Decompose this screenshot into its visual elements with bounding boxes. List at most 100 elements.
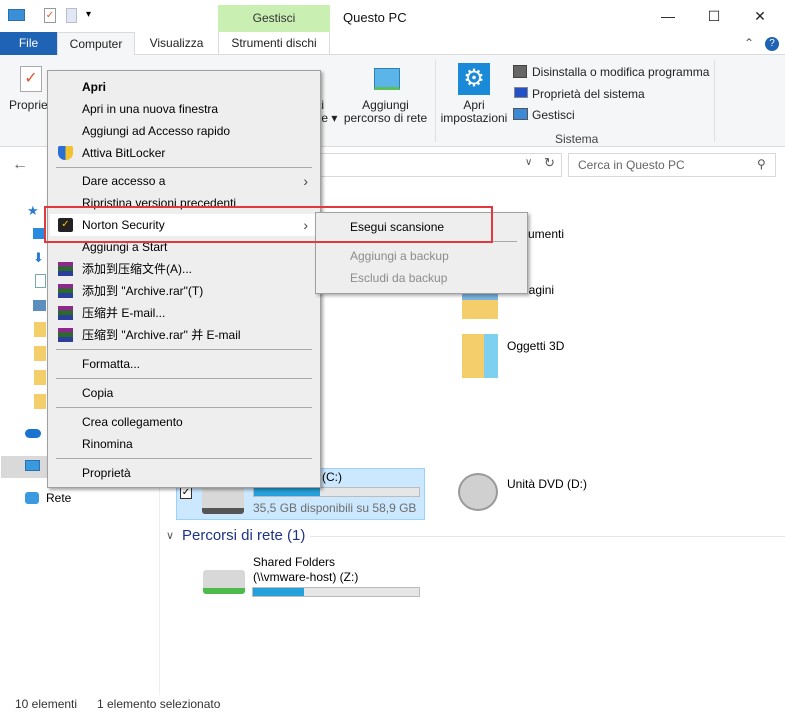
bitlocker-shield-icon (58, 146, 73, 160)
manage-button[interactable]: Gestisci (532, 108, 575, 122)
address-dropdown-icon[interactable]: ∨ (525, 157, 532, 168)
menu-item-label: Dare accesso a (82, 174, 166, 188)
uninstall-icon (513, 65, 527, 78)
menu-item-label: 添加到压缩文件(A)... (82, 262, 192, 276)
menu-item-label: 添加到 "Archive.rar"(T) (82, 284, 204, 298)
add-network-location-button[interactable]: Aggiungi percorso di rete (343, 99, 428, 125)
open-settings-button[interactable]: Apri impostazioni (439, 99, 509, 125)
network-drive-usage-fill (253, 588, 305, 596)
menu-item-winrar-add-archive[interactable]: 添加到压缩文件(A)... (50, 258, 318, 280)
status-selection: 1 elemento selezionato (97, 697, 221, 711)
system-properties-button[interactable]: Proprietà del sistema (532, 87, 645, 101)
add-network-line2: percorso di rete (343, 111, 428, 125)
folder-icon[interactable] (34, 346, 46, 361)
menu-item-winrar-compress-rar-email[interactable]: 压缩到 "Archive.rar" 并 E-mail (50, 324, 318, 346)
network-drive-name-line2[interactable]: (\\vmware-host) (Z:) (253, 570, 358, 584)
menu-item-bitlocker[interactable]: Attiva BitLocker (50, 142, 318, 164)
menu-item-label: 压缩并 E-mail... (82, 306, 166, 320)
folder-icon[interactable] (34, 370, 46, 385)
menu-item-formatta[interactable]: Formatta... (50, 353, 318, 375)
menu-item-label: 压缩到 "Archive.rar" 并 E-mail (82, 328, 241, 342)
tab-visualizza[interactable]: Visualizza (135, 32, 218, 55)
properties-quick-icon[interactable]: ✓ (44, 8, 56, 23)
menu-item-proprieta[interactable]: Proprietà (50, 462, 318, 484)
properties-button[interactable]: Proprie (9, 99, 48, 112)
customize-quick-access-icon[interactable]: ▾ (86, 9, 91, 20)
network-drive-name-line1[interactable]: Shared Folders (253, 555, 335, 569)
drive-c-usage-fill (254, 488, 320, 496)
back-arrow-icon[interactable]: ← (12, 156, 28, 174)
close-button[interactable]: ✕ (737, 0, 783, 32)
properties-icon: ✓ (20, 66, 42, 92)
status-item-count: 10 elementi (15, 697, 78, 711)
dvd-drive-icon (458, 473, 498, 511)
this-pc-icon (25, 460, 40, 471)
sidebar-item-rete[interactable]: Rete (46, 491, 71, 505)
network-location-icon (374, 68, 400, 90)
maximize-button[interactable]: ☐ (691, 0, 737, 32)
menu-separator (56, 458, 312, 459)
context-menu: Apri Apri in una nuova finestra Aggiungi… (47, 70, 321, 488)
menu-item-crea-collegamento[interactable]: Crea collegamento (50, 411, 318, 433)
tab-computer[interactable]: Computer (57, 32, 135, 56)
submenu-item-aggiungi-backup: Aggiungi a backup (350, 249, 449, 263)
section-header-network[interactable]: Percorsi di rete (1) (182, 527, 305, 544)
help-icon[interactable]: ? (765, 37, 779, 51)
sidebar-item-questo-pc[interactable] (1, 456, 47, 478)
menu-item-rinomina[interactable]: Rinomina (50, 433, 318, 455)
group-label-sistema: Sistema (555, 132, 599, 146)
submenu-item-escludi-backup: Escludi da backup (350, 271, 448, 285)
onedrive-cloud-icon[interactable] (25, 429, 41, 438)
downloads-icon[interactable]: ⬇ (33, 250, 44, 266)
folder-icon[interactable] (34, 322, 46, 337)
drive-c-usage-bar (253, 487, 420, 497)
network-icon (25, 492, 39, 504)
highlight-annotation-box (44, 206, 493, 243)
pictures-folder-icon[interactable] (462, 292, 498, 319)
drive-c-name: (C:) (322, 470, 342, 484)
contextual-tab-gestisci[interactable]: Gestisci (218, 5, 330, 32)
system-properties-icon (514, 87, 528, 98)
winrar-icon (58, 262, 73, 276)
folder-label-documenti[interactable]: umenti (528, 227, 564, 241)
menu-separator (56, 407, 312, 408)
menu-item-aggiungi-accesso-rapido[interactable]: Aggiungi ad Accesso rapido (50, 120, 318, 142)
uninstall-program-button[interactable]: Disinstalla o modifica programma (532, 65, 709, 79)
network-drive-usage-bar (252, 587, 420, 597)
pictures-icon[interactable] (33, 300, 46, 311)
folder-label-oggetti-3d[interactable]: Oggetti 3D (507, 339, 564, 353)
menu-item-copia[interactable]: Copia (50, 382, 318, 404)
search-input[interactable]: Cerca in Questo PC (568, 153, 776, 177)
documents-icon[interactable] (35, 274, 46, 288)
menu-item-winrar-add-archive-rar[interactable]: 添加到 "Archive.rar"(T) (50, 280, 318, 302)
section-chevron-icon[interactable]: ∨ (166, 529, 174, 542)
drive-checkbox[interactable]: ✓ (180, 487, 192, 499)
minimize-button[interactable]: — (645, 0, 691, 32)
tab-strumenti-dischi[interactable]: Strumenti dischi (218, 32, 330, 55)
search-icon: ⚲ (757, 157, 766, 171)
section-divider (310, 536, 785, 537)
windows-drive-icon (202, 486, 244, 514)
menu-item-apri-nuova-finestra[interactable]: Apri in una nuova finestra (50, 98, 318, 120)
drive-d-name[interactable]: Unità DVD (D:) (507, 477, 587, 491)
drive-c-free-space: 35,5 GB disponibili su 58,9 GB (253, 501, 417, 515)
quick-access-star-icon[interactable]: ★ (27, 203, 39, 219)
settings-gear-icon: ⚙ (458, 63, 490, 95)
menu-item-dare-accesso[interactable]: Dare accesso a › (50, 170, 318, 192)
menu-item-apri[interactable]: Apri (50, 76, 318, 98)
manage-icon (513, 108, 528, 120)
refresh-icon[interactable]: ↻ (544, 155, 555, 171)
3d-objects-folder-icon[interactable] (462, 334, 498, 378)
winrar-icon (58, 328, 73, 342)
submenu-arrow-icon: › (303, 173, 308, 189)
menu-separator (56, 167, 312, 168)
folder-icon[interactable] (34, 394, 46, 409)
menu-item-winrar-compress-email[interactable]: 压缩并 E-mail... (50, 302, 318, 324)
tab-file[interactable]: File (0, 32, 57, 55)
menu-separator (56, 378, 312, 379)
divider (435, 60, 436, 142)
new-folder-quick-icon[interactable] (66, 8, 77, 23)
window-title: Questo PC (343, 10, 407, 25)
collapse-ribbon-icon[interactable]: ⌃ (744, 36, 754, 50)
divider (714, 60, 715, 142)
